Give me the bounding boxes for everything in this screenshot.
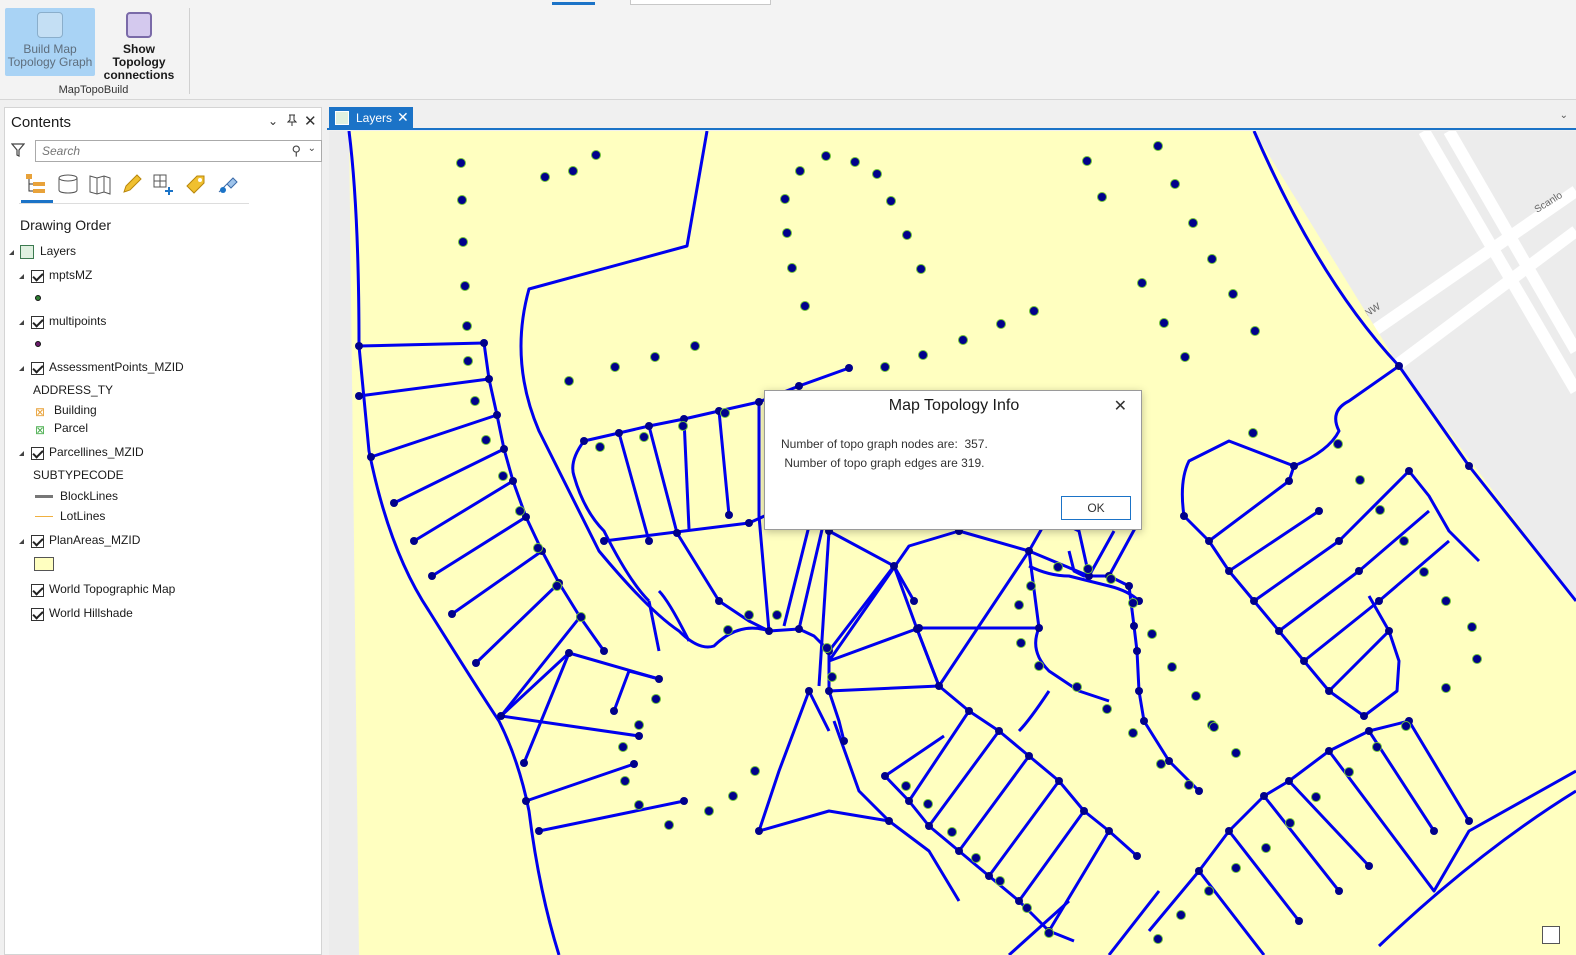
toc-label: AssessmentPoints_MZID [49,360,184,374]
ribbon-combo-box[interactable] [630,0,771,5]
parcel-symbol-icon: ⊠ [35,423,46,437]
pane-options-chevron-icon[interactable]: ⌄ [268,114,278,128]
toc-item-assessmentpoints[interactable]: AssessmentPoints_MZID [5,360,305,378]
toc-label: World Hillshade [49,606,133,620]
toc-class-label: LotLines [60,509,106,523]
collapse-triangle-icon[interactable] [9,250,14,255]
contents-pane: Contents ⌄ ✕ ⚲ ⌄ [4,107,322,955]
toc-class-label: BlockLines [60,489,119,503]
search-box[interactable]: ⚲ ⌄ [35,140,322,162]
map-frame-icon [20,245,34,259]
collapse-triangle-icon[interactable] [19,320,24,325]
ribbon: Build Map Topology Graph Show Topology c… [0,0,1576,100]
building-symbol-icon: ⊠ [35,405,46,419]
list-by-perspective-imagery-icon[interactable] [215,172,241,196]
collapse-triangle-icon[interactable] [19,451,24,456]
toc-label: mptsMZ [49,268,93,282]
drawing-order-heading: Drawing Order [20,217,112,233]
layer-visibility-checkbox[interactable] [31,270,44,283]
list-by-snapping-icon[interactable] [151,172,177,196]
collapse-triangle-icon[interactable] [19,539,24,544]
list-by-editing-icon[interactable] [119,172,145,196]
dialog-title: Map Topology Info [888,397,1020,414]
dialog-nodes-message: Number of topo graph nodes are: 357. [781,437,988,451]
toc-field-label: SUBTYPECODE [33,468,124,482]
show-button-label: Show Topology connections [103,42,175,82]
ribbon-active-tab-indicator [552,2,595,5]
topology-connections-icon [126,12,152,38]
toc-class-label: Building [54,403,97,417]
list-by-data-source-icon[interactable] [55,172,81,196]
topology-build-icon [37,12,63,38]
dialog-edges-message: Number of topo graph edges are 319. [781,456,985,470]
search-input[interactable] [36,141,276,161]
map-canvas[interactable]: Scanlo NW [329,131,1576,955]
ok-button[interactable]: OK [1061,496,1131,520]
show-topology-connections-button[interactable]: Show Topology connections [96,8,182,82]
active-view-indicator [21,200,53,203]
toc-field-label: ADDRESS_TY [33,383,114,397]
toc-label: Layers [40,244,77,258]
search-icon[interactable]: ⚲ [291,143,301,159]
toc-item-mptsmz[interactable]: mptsMZ [5,268,305,286]
search-row: ⚲ ⌄ [9,140,322,162]
toc-label: multipoints [49,314,107,328]
tab-layers[interactable]: Layers ✕ [329,107,413,129]
toc-item-parcellines[interactable]: Parcellines_MZID [5,445,305,463]
toc-item-planareas[interactable]: PlanAreas_MZID [5,533,305,551]
line-symbol-icon [35,516,53,517]
toc-class-label: Parcel [54,421,89,435]
list-by-drawing-order-icon[interactable] [23,172,49,196]
layer-visibility-checkbox[interactable] [31,584,44,597]
polygon-symbol-icon [34,557,54,571]
toc-item-world-topographic-map[interactable]: World Topographic Map [5,582,305,600]
filter-icon[interactable] [10,143,26,157]
layer-visibility-checkbox[interactable] [31,316,44,329]
line-symbol-icon [35,495,53,498]
layer-visibility-checkbox[interactable] [31,608,44,621]
list-by-labeling-icon[interactable] [183,172,209,196]
notification-icon[interactable] [1542,926,1560,944]
map-topology-info-dialog: Map Topology Info ✕ Number of topo graph… [764,390,1142,530]
point-symbol-icon [35,295,41,301]
collapse-triangle-icon[interactable] [19,274,24,279]
ribbon-group-separator [189,8,190,94]
contents-view-toolbar [19,170,249,204]
tab-label: Layers [356,111,393,125]
build-button-label: Build Map Topology Graph [7,42,93,69]
toc-label: PlanAreas_MZID [49,533,141,547]
tab-list-chevron-icon[interactable]: ⌄ [1560,110,1568,121]
layer-visibility-checkbox[interactable] [31,447,44,460]
toc-label: Parcellines_MZID [49,445,144,459]
pin-icon[interactable] [286,114,298,129]
build-map-topology-graph-button[interactable]: Build Map Topology Graph [5,8,95,76]
map-tab-icon [335,111,349,125]
toc-item-layers[interactable]: Layers [5,244,305,262]
ribbon-group-label: MapTopoBuild [58,84,129,96]
close-icon[interactable]: ✕ [1114,396,1127,416]
layer-visibility-checkbox[interactable] [31,362,44,375]
contents-title: Contents [11,114,72,131]
map-view-tabbar: Layers ✕ ⌄ [327,106,1576,130]
collapse-triangle-icon[interactable] [19,366,24,371]
toc-item-multipoints[interactable]: multipoints [5,314,305,332]
layer-visibility-checkbox[interactable] [31,535,44,548]
search-dropdown-chevron-icon[interactable]: ⌄ [308,143,316,154]
close-tab-icon[interactable]: ✕ [397,109,409,126]
toc-item-world-hillshade[interactable]: World Hillshade [5,606,305,624]
toc-label: World Topographic Map [49,582,176,596]
close-pane-icon[interactable]: ✕ [304,112,317,130]
point-symbol-icon [35,341,41,347]
list-by-selection-icon[interactable] [87,172,113,196]
map-view[interactable]: Scanlo NW [329,131,1576,955]
